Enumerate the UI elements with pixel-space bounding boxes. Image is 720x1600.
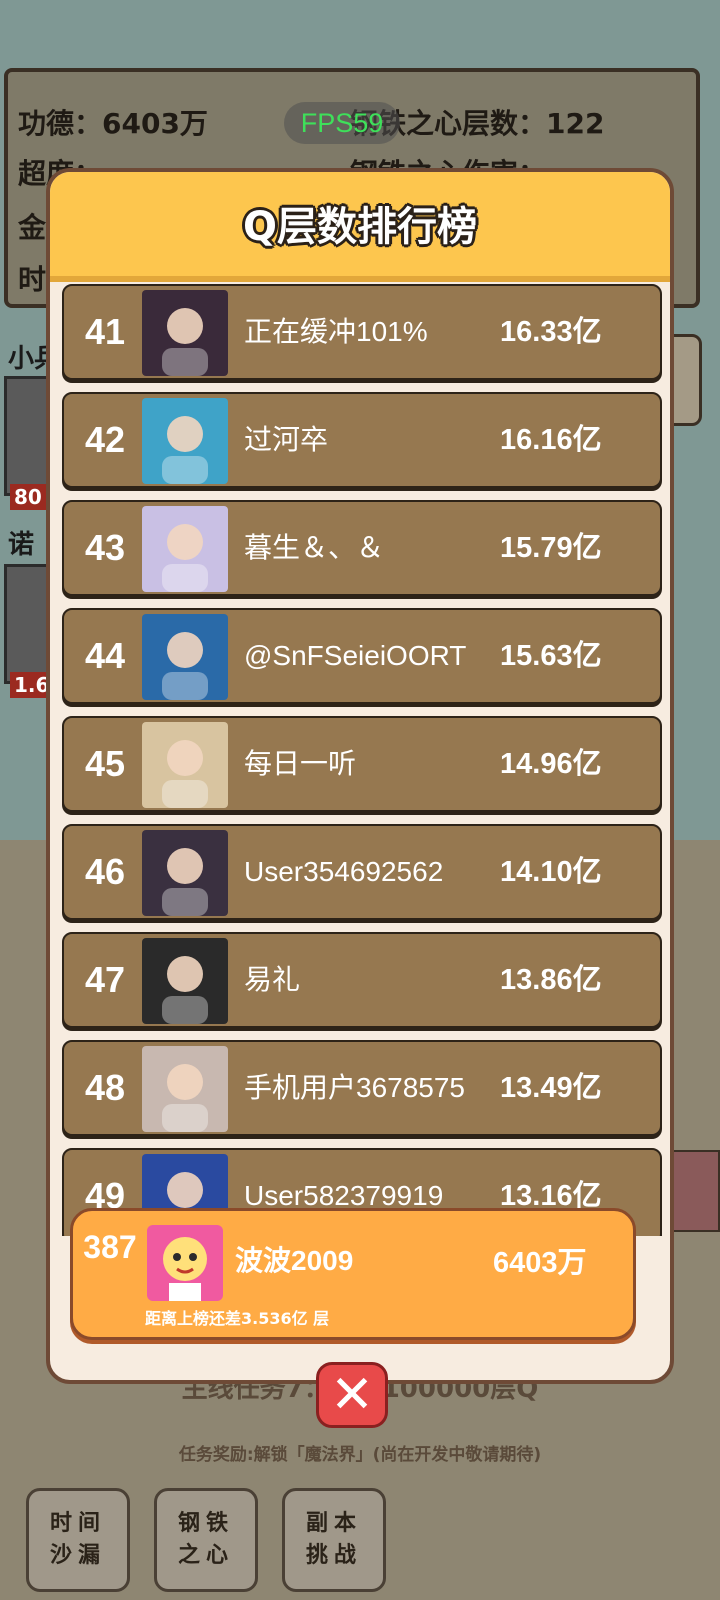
row-rank: 41 — [84, 311, 126, 352]
my-score: 6403万 — [493, 1247, 587, 1279]
doll-avatar — [142, 830, 228, 916]
row-rank: 44 — [84, 635, 126, 676]
row-score: 15.79亿 — [500, 532, 602, 564]
row-rank: 48 — [84, 1067, 126, 1108]
row-player-name: 暮生＆、＆ — [244, 532, 385, 563]
row-rank: 47 — [84, 959, 126, 1000]
leaderboard-modal: Q层数排行榜 41 正在缓冲101% 16.33亿 42 过河卒 16.16亿 43 暮生＆、… — [46, 168, 674, 1384]
leaderboard-row[interactable]: 48 手机用户3678575 13.49亿 — [62, 1040, 662, 1136]
white-hair-avatar — [142, 938, 228, 1024]
leaderboard-title: Q层数排行榜 — [242, 204, 477, 250]
sword-item-icon[interactable] — [668, 1150, 720, 1232]
merit-stat: 功德：6403万 — [18, 107, 208, 140]
side-tag-1: 80 — [10, 484, 50, 510]
leaderboard-row[interactable]: 46 User354692562 14.10亿 — [62, 824, 662, 920]
row-rank: 43 — [84, 527, 126, 568]
row-score: 14.10亿 — [500, 856, 602, 888]
close-icon: ✕ — [330, 1365, 374, 1425]
partial-stat-3: 时 — [18, 263, 47, 296]
dungeon-challenge-button[interactable]: 副本 挑战 — [282, 1488, 386, 1592]
close-button[interactable]: ✕ — [316, 1362, 388, 1428]
row-player-name: 每日一听 — [244, 748, 357, 779]
fps-counter: FPS59 — [284, 102, 400, 144]
row-score: 16.16亿 — [500, 424, 602, 456]
row-score: 14.96亿 — [500, 748, 602, 780]
silver-hair-avatar — [142, 506, 228, 592]
row-score: 13.86亿 — [500, 964, 602, 996]
row-player-name: @SnFSeieiOORT — [244, 640, 467, 671]
partial-stat-2: 金 — [18, 211, 47, 244]
leaderboard-row[interactable]: 43 暮生＆、＆ 15.79亿 — [62, 500, 662, 596]
hero-avatar — [142, 614, 228, 700]
side-label-2: 诺 — [8, 530, 35, 560]
steel-heart-button[interactable]: 钢铁 之心 — [154, 1488, 258, 1592]
row-player-name: 易礼 — [244, 964, 301, 995]
leaderboard-row[interactable]: 44 @SnFSeieiOORT 15.63亿 — [62, 608, 662, 704]
leaderboard-row[interactable]: 45 每日一听 14.96亿 — [62, 716, 662, 812]
row-score: 16.33亿 — [500, 316, 602, 348]
leaderboard-row[interactable]: 42 过河卒 16.16亿 — [62, 392, 662, 488]
leaderboard-list[interactable]: 41 正在缓冲101% 16.33亿 42 过河卒 16.16亿 43 暮生＆、＆ 15.79亿… — [50, 284, 670, 1236]
leaderboard-row[interactable]: 41 正在缓冲101% 16.33亿 — [62, 284, 662, 380]
leaderboard-header: Q层数排行榜 — [50, 172, 670, 282]
my-gap-text: 距离上榜还差3.536亿 层 — [145, 1309, 330, 1328]
row-rank: 45 — [84, 743, 126, 784]
row-rank: 46 — [84, 851, 126, 892]
side-tag-2: 1.6 — [10, 672, 50, 698]
row-score: 13.49亿 — [500, 1072, 602, 1104]
my-avatar — [147, 1225, 223, 1301]
row-rank: 42 — [84, 419, 126, 460]
row-player-name: 正在缓冲101% — [244, 316, 428, 347]
my-rank: 387 — [83, 1229, 137, 1265]
leaderboard-row[interactable]: 47 易礼 13.86亿 — [62, 932, 662, 1028]
row-player-name: User354692562 — [244, 856, 444, 887]
mission-reward: 任务奖励:解锁「魔法界」(尚在开发中敬请期待) — [178, 1445, 542, 1465]
my-name: 波波2009 — [235, 1245, 354, 1276]
row-score: 15.63亿 — [500, 640, 602, 672]
row-player-name: 过河卒 — [244, 424, 329, 455]
my-rank-row: 387 波波2009 6403万 距离上榜还差3.536亿 层 — [70, 1208, 636, 1340]
man-avatar — [142, 1046, 228, 1132]
anime-girl-avatar — [142, 290, 228, 376]
hourglass-button[interactable]: 时间 沙漏 — [26, 1488, 130, 1592]
king-avatar — [142, 398, 228, 484]
shiba-avatar — [142, 722, 228, 808]
row-player-name: 手机用户3678575 — [244, 1072, 466, 1103]
